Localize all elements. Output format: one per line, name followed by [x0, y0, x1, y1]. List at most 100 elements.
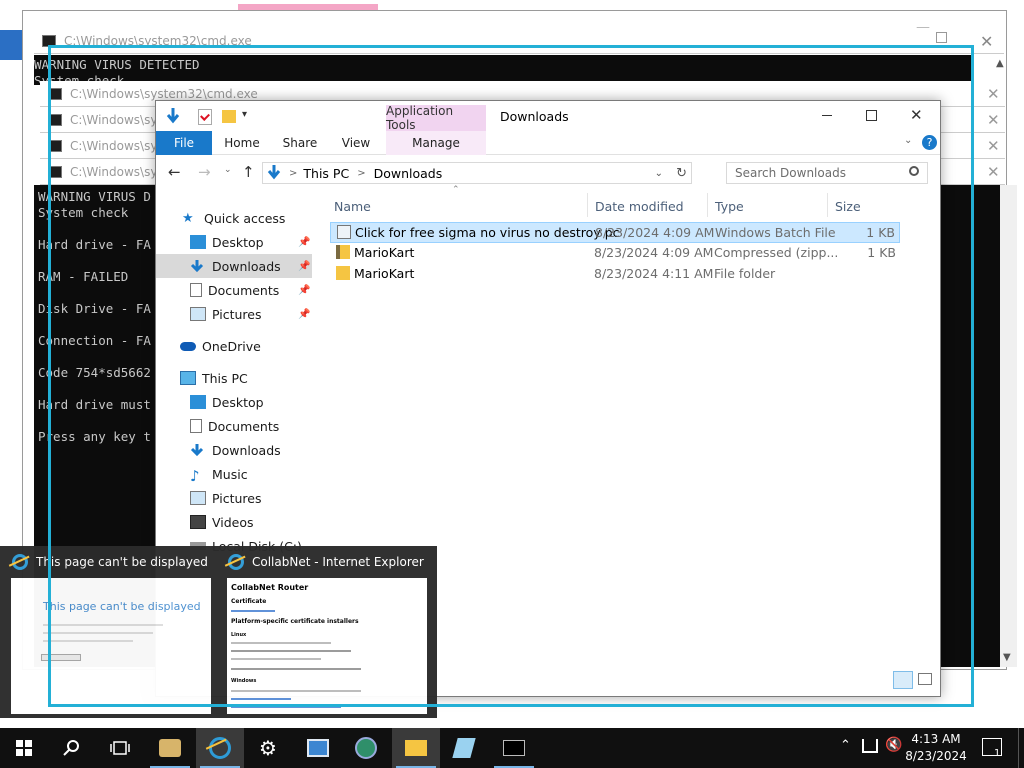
properties-icon[interactable]	[198, 109, 212, 125]
nav-qa-documents[interactable]: Documents	[190, 278, 279, 302]
taskbar-control-panel[interactable]	[294, 728, 342, 768]
pin-icon[interactable]: 📌	[298, 309, 310, 320]
search-input[interactable]: Search Downloads	[726, 162, 928, 184]
column-date-modified[interactable]: Date modified	[595, 195, 684, 217]
ribbon-tabs: File Home Share View Manage ⌄ ?	[156, 131, 940, 155]
window-title: Downloads	[500, 109, 569, 124]
desktop-icon	[190, 235, 206, 249]
nav-pc-videos[interactable]: Videos	[190, 510, 254, 534]
breadcrumb-downloads[interactable]: Downloads	[374, 166, 443, 181]
cmd-top-close-icon[interactable]: ✕	[980, 32, 993, 51]
cmd-top-line: WARNING VIRUS DETECTED	[34, 57, 200, 72]
nav-this-pc[interactable]: This PC	[180, 366, 248, 390]
taskbar-internet-explorer[interactable]	[196, 728, 244, 768]
address-dropdown-icon[interactable]: ⌄	[655, 168, 663, 179]
close-icon[interactable]: ✕	[910, 106, 923, 124]
taskbar-settings[interactable]: ⚙	[244, 728, 292, 768]
refresh-icon[interactable]: ↻	[676, 166, 687, 181]
column-divider[interactable]	[587, 193, 588, 217]
up-arrow-icon[interactable]: ↑	[242, 163, 255, 181]
start-button[interactable]	[0, 728, 48, 768]
scrollbar-up-icon[interactable]: ▲	[996, 58, 1004, 69]
tab-manage[interactable]: Manage	[386, 131, 486, 155]
nav-pc-downloads[interactable]: Downloads	[190, 438, 281, 462]
task-view-button[interactable]	[96, 728, 144, 768]
nav-quick-access[interactable]: ★ Quick access	[182, 206, 285, 230]
customize-qat-icon[interactable]: ▾	[242, 109, 247, 120]
cmd-close-icon[interactable]: ✕	[987, 85, 1000, 103]
nav-qa-pictures[interactable]: Pictures	[190, 302, 262, 326]
search-button[interactable]	[48, 728, 96, 768]
ribbon-expand-icon[interactable]: ⌄	[904, 135, 912, 146]
network-icon[interactable]	[862, 739, 878, 753]
scrollbar-down-icon[interactable]: ▼	[1003, 652, 1011, 663]
cmd-close-icon[interactable]: ✕	[987, 111, 1000, 129]
address-bar[interactable]: > This PC > Downloads ⌄ ↻	[262, 162, 692, 184]
taskbar-file-explorer[interactable]	[392, 728, 440, 768]
internet-explorer-icon	[209, 737, 231, 759]
cmd-close-icon[interactable]: ✕	[987, 137, 1000, 155]
cmd-line: WARNING VIRUS D	[38, 189, 151, 204]
taskbar-cmd[interactable]	[490, 728, 538, 768]
recent-locations-icon[interactable]: ⌄	[224, 165, 232, 175]
breadcrumb-this-pc[interactable]: This PC	[303, 166, 349, 181]
column-type[interactable]: Type	[715, 195, 744, 217]
large-icons-view-icon[interactable]	[918, 673, 932, 685]
cmd-window-top-titlebar[interactable]: C:\Windows\system32\cmd.exe	[34, 28, 1004, 54]
nav-qa-desktop[interactable]: Desktop	[190, 230, 264, 254]
system-clock[interactable]: 4:13 AM 8/23/2024	[896, 731, 976, 765]
forward-arrow-icon[interactable]: →	[198, 163, 211, 181]
search-icon	[63, 740, 79, 756]
column-name[interactable]: Name	[334, 195, 371, 217]
column-divider[interactable]	[707, 193, 708, 217]
nav-pc-desktop[interactable]: Desktop	[190, 390, 264, 414]
thumbnail-subheading: Windows	[231, 678, 257, 684]
tab-home[interactable]: Home	[216, 131, 268, 155]
details-view-icon[interactable]	[893, 671, 913, 689]
taskbar-notepad[interactable]	[440, 728, 488, 768]
pin-icon[interactable]: 📌	[298, 261, 310, 272]
down-arrow-icon[interactable]	[166, 107, 180, 125]
file-type: File folder	[714, 266, 776, 281]
thumbnail-preview-2[interactable]: CollabNet Router Certificate Platform-sp…	[227, 578, 427, 714]
back-arrow-icon[interactable]: ←	[168, 163, 181, 181]
cmd-scrollbar[interactable]	[1000, 185, 1017, 667]
thumbnail-title-1[interactable]: This page can't be displayed - I...	[12, 554, 208, 570]
thumbnail-title-2[interactable]: CollabNet - Internet Explorer	[228, 554, 424, 570]
file-date: 8/23/2024 4:11 AM	[594, 266, 714, 281]
pin-icon[interactable]: 📌	[298, 285, 310, 296]
nav-pc-documents[interactable]: Documents	[190, 414, 279, 438]
file-row[interactable]: Click for free sigma no virus no destroy…	[330, 222, 900, 243]
file-name: MarioKart	[354, 266, 415, 281]
minimize-icon[interactable]	[822, 115, 832, 116]
show-hidden-icons-icon[interactable]: ⌃	[840, 738, 851, 753]
show-desktop-button[interactable]	[1018, 728, 1024, 768]
column-divider[interactable]	[827, 193, 828, 217]
tab-file[interactable]: File	[156, 131, 212, 155]
maximize-icon[interactable]	[866, 110, 877, 121]
nav-pc-pictures[interactable]: Pictures	[190, 486, 262, 510]
tab-share[interactable]: Share	[274, 131, 326, 155]
pin-icon[interactable]: 📌	[298, 237, 310, 248]
help-icon[interactable]: ?	[922, 135, 937, 150]
taskbar-globe-app[interactable]	[342, 728, 390, 768]
file-row[interactable]: MarioKart 8/23/2024 4:09 AM Compressed (…	[330, 243, 900, 264]
breadcrumb-sep: >	[357, 167, 366, 179]
star-icon: ★	[182, 211, 194, 226]
cmd-close-icon[interactable]: ✕	[987, 163, 1000, 181]
nav-pc-music[interactable]: ♪ Music	[190, 462, 248, 486]
thumbnail-preview-1[interactable]: This page can't be displayed	[11, 578, 211, 714]
file-row[interactable]: MarioKart 8/23/2024 4:11 AM File folder	[330, 264, 900, 285]
taskbar-server-manager[interactable]	[146, 728, 194, 768]
thumbnail-link	[231, 698, 291, 700]
column-size[interactable]: Size	[835, 195, 861, 217]
explorer-titlebar[interactable]: ▾ Application Tools Downloads ✕	[156, 101, 940, 132]
pictures-icon	[190, 491, 206, 505]
tab-view[interactable]: View	[330, 131, 382, 155]
cmd-top-maximize-icon[interactable]	[936, 32, 947, 43]
new-folder-icon[interactable]	[222, 110, 236, 123]
nav-qa-downloads[interactable]: Downloads	[156, 254, 312, 278]
notepad-icon	[452, 738, 476, 758]
thumbnail-subheading: Certificate	[231, 598, 267, 605]
nav-onedrive[interactable]: OneDrive	[180, 334, 261, 358]
